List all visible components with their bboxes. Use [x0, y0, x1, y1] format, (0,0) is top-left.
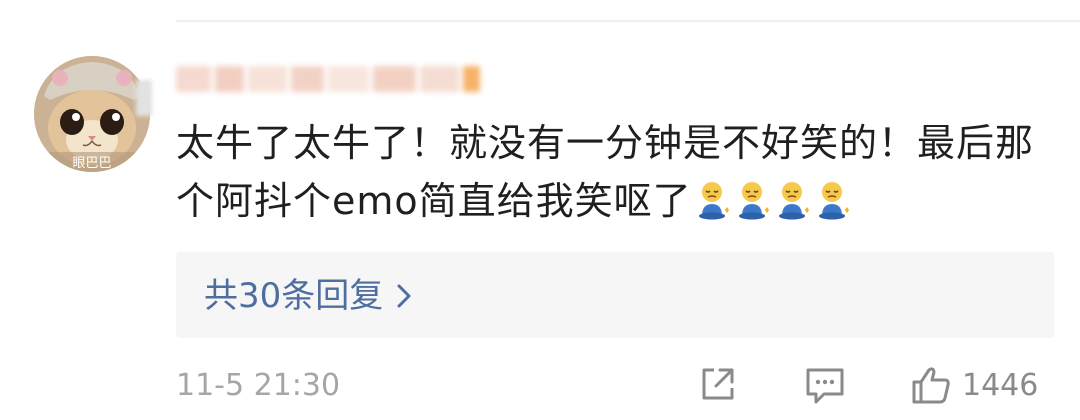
like-count: 1446: [962, 367, 1039, 403]
thumbs-up-icon: [912, 367, 950, 404]
avatar[interactable]: 眼巴巴: [34, 56, 150, 172]
meditating-face-emoji: [698, 182, 729, 220]
meditating-face-emoji: [738, 182, 769, 220]
meditating-face-emoji: [818, 182, 849, 220]
replies-label: 共30条回复: [204, 276, 384, 316]
share-button[interactable]: [698, 364, 738, 404]
share-icon: [702, 368, 734, 400]
cat-avatar-image: 眼巴巴: [34, 56, 150, 172]
comment-body: 太牛了太牛了！就没有一分钟是不好笑的！最后那个阿抖个emo简直给我笑呕了: [176, 114, 1056, 230]
top-divider: [176, 20, 1080, 22]
view-replies-link[interactable]: 共30条回复: [204, 274, 413, 318]
comment-button[interactable]: [804, 364, 846, 406]
comment-text: 太牛了太牛了！就没有一分钟是不好笑的！最后那个阿抖个emo简直给我笑呕了: [176, 121, 1035, 223]
like-button[interactable]: 1446: [910, 364, 1038, 406]
username-blurred[interactable]: [176, 60, 484, 98]
meditating-face-emoji: [778, 182, 809, 220]
avatar-caption: 眼巴巴: [72, 156, 111, 171]
comment-footer: 11-5 21:30 1446: [176, 364, 1056, 410]
timestamp: 11-5 21:30: [176, 368, 341, 403]
chevron-right-icon: [397, 284, 411, 308]
replies-box: 共30条回复: [176, 252, 1054, 338]
mosaic-fragment: [136, 80, 152, 116]
emoji-row: [692, 179, 852, 223]
comment-icon: [806, 368, 844, 404]
